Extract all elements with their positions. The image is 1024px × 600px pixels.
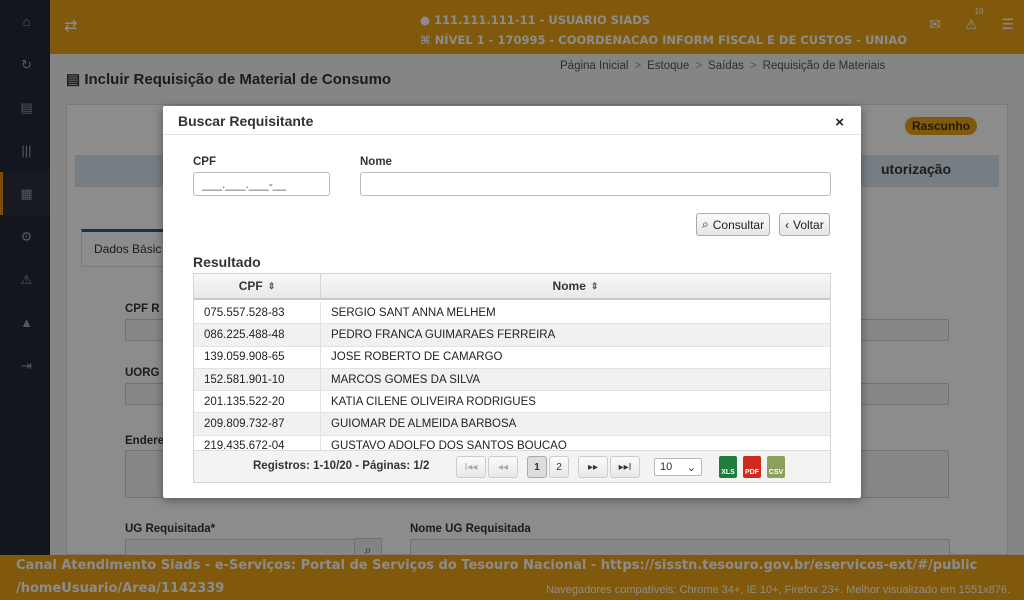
cpf-input[interactable]: [193, 172, 330, 196]
column-header-nome[interactable]: Nome ⇕: [321, 274, 830, 298]
nome-input[interactable]: [360, 172, 831, 196]
cell-cpf: 139.059.908-65: [194, 346, 321, 368]
result-title: Resultado: [193, 254, 261, 270]
table-row[interactable]: 152.581.901-10 MARCOS GOMES DA SILVA: [194, 368, 830, 392]
cell-cpf: 209.809.732-87: [194, 413, 321, 435]
table-header: CPF ⇕ Nome ⇕: [194, 274, 830, 300]
sort-icon: ⇕: [267, 280, 276, 291]
cell-cpf: 075.557.528-83: [194, 302, 321, 324]
column-header-cpf[interactable]: CPF ⇕: [194, 274, 321, 298]
excel-export-icon[interactable]: XLS: [719, 456, 737, 478]
close-icon[interactable]: ×: [835, 114, 844, 131]
search-requester-dialog: Buscar Requisitante × CPF Nome ⌕Consulta…: [163, 106, 861, 498]
voltar-label: Voltar: [793, 217, 824, 232]
table-row[interactable]: 201.135.522-20 KATIA CILENE OLIVEIRA RODR…: [194, 391, 830, 414]
prev-page-button[interactable]: ◂◂: [488, 456, 518, 478]
cell-nome: PEDRO FRANCA GUIMARAES FERREIRA: [331, 328, 556, 341]
records-summary: Registros: 1-10/20 - Páginas: 1/2: [253, 460, 430, 472]
results-table: CPF ⇕ Nome ⇕ 075.557.528-83 SERGIO SANT ANN…: [193, 273, 831, 483]
table-row[interactable]: 219.435.672-04 GUSTAVO ADOLFO DOS SANTOS …: [194, 435, 830, 450]
table-row[interactable]: 209.809.732-87 GUIOMAR DE ALMEIDA BARBOSA: [194, 413, 830, 436]
table-row[interactable]: 086.225.488-48 PEDRO FRANCA GUIMARAES FER…: [194, 324, 830, 347]
page-1-button[interactable]: 1: [527, 456, 547, 478]
cell-nome: GUIOMAR DE ALMEIDA BARBOSA: [331, 418, 517, 431]
cell-nome: SERGIO SANT ANNA MELHEM: [331, 306, 496, 319]
cell-cpf: 201.135.522-20: [194, 391, 321, 413]
pdf-export-icon[interactable]: PDF: [743, 456, 761, 478]
cpf-label: CPF: [193, 156, 216, 168]
column-label: Nome: [552, 279, 586, 293]
consultar-button[interactable]: ⌕ Consultar: [696, 213, 771, 236]
dialog-header: Buscar Requisitante ×: [163, 106, 861, 135]
page-size-select[interactable]: 10 ⌄: [654, 458, 702, 476]
search-icon: ⌕: [702, 217, 709, 231]
first-page-button[interactable]: I◂◂: [456, 456, 486, 478]
chevron-down-icon: ⌄: [686, 461, 696, 474]
voltar-button[interactable]: ‹ Voltar: [779, 213, 830, 236]
consultar-label: Consultar: [712, 217, 765, 232]
cell-cpf: 152.581.901-10: [194, 368, 321, 391]
last-page-button[interactable]: ▸▸I: [610, 456, 640, 478]
table-row[interactable]: 075.557.528-83 SERGIO SANT ANNA MELHEM: [194, 302, 830, 325]
paginator: Registros: 1-10/20 - Páginas: 1/2 I◂◂ ◂◂…: [194, 450, 830, 482]
table-row[interactable]: 139.059.908-65 JOSE ROBERTO DE CAMARGO: [194, 346, 830, 369]
dialog-title: Buscar Requisitante: [178, 113, 314, 129]
chevron-left-icon: ‹: [785, 217, 789, 232]
nome-label: Nome: [360, 156, 392, 168]
csv-export-icon[interactable]: CSV: [767, 456, 785, 478]
cell-nome: KATIA CILENE OLIVEIRA RODRIGUES: [331, 395, 536, 408]
page-2-button[interactable]: 2: [549, 456, 569, 478]
next-page-button[interactable]: ▸▸: [578, 456, 608, 478]
cell-nome: MARCOS GOMES DA SILVA: [331, 373, 481, 386]
cell-cpf: 086.225.488-48: [194, 324, 321, 346]
sort-icon: ⇕: [590, 280, 599, 291]
table-body: 075.557.528-83 SERGIO SANT ANNA MELHEM 08…: [194, 302, 830, 450]
cell-nome: GUSTAVO ADOLFO DOS SANTOS BOUCAO: [331, 440, 567, 450]
cell-cpf: 219.435.672-04: [194, 435, 321, 450]
column-label: CPF: [238, 279, 263, 293]
page-size-value: 10: [660, 461, 673, 473]
cell-nome: JOSE ROBERTO DE CAMARGO: [331, 351, 503, 364]
